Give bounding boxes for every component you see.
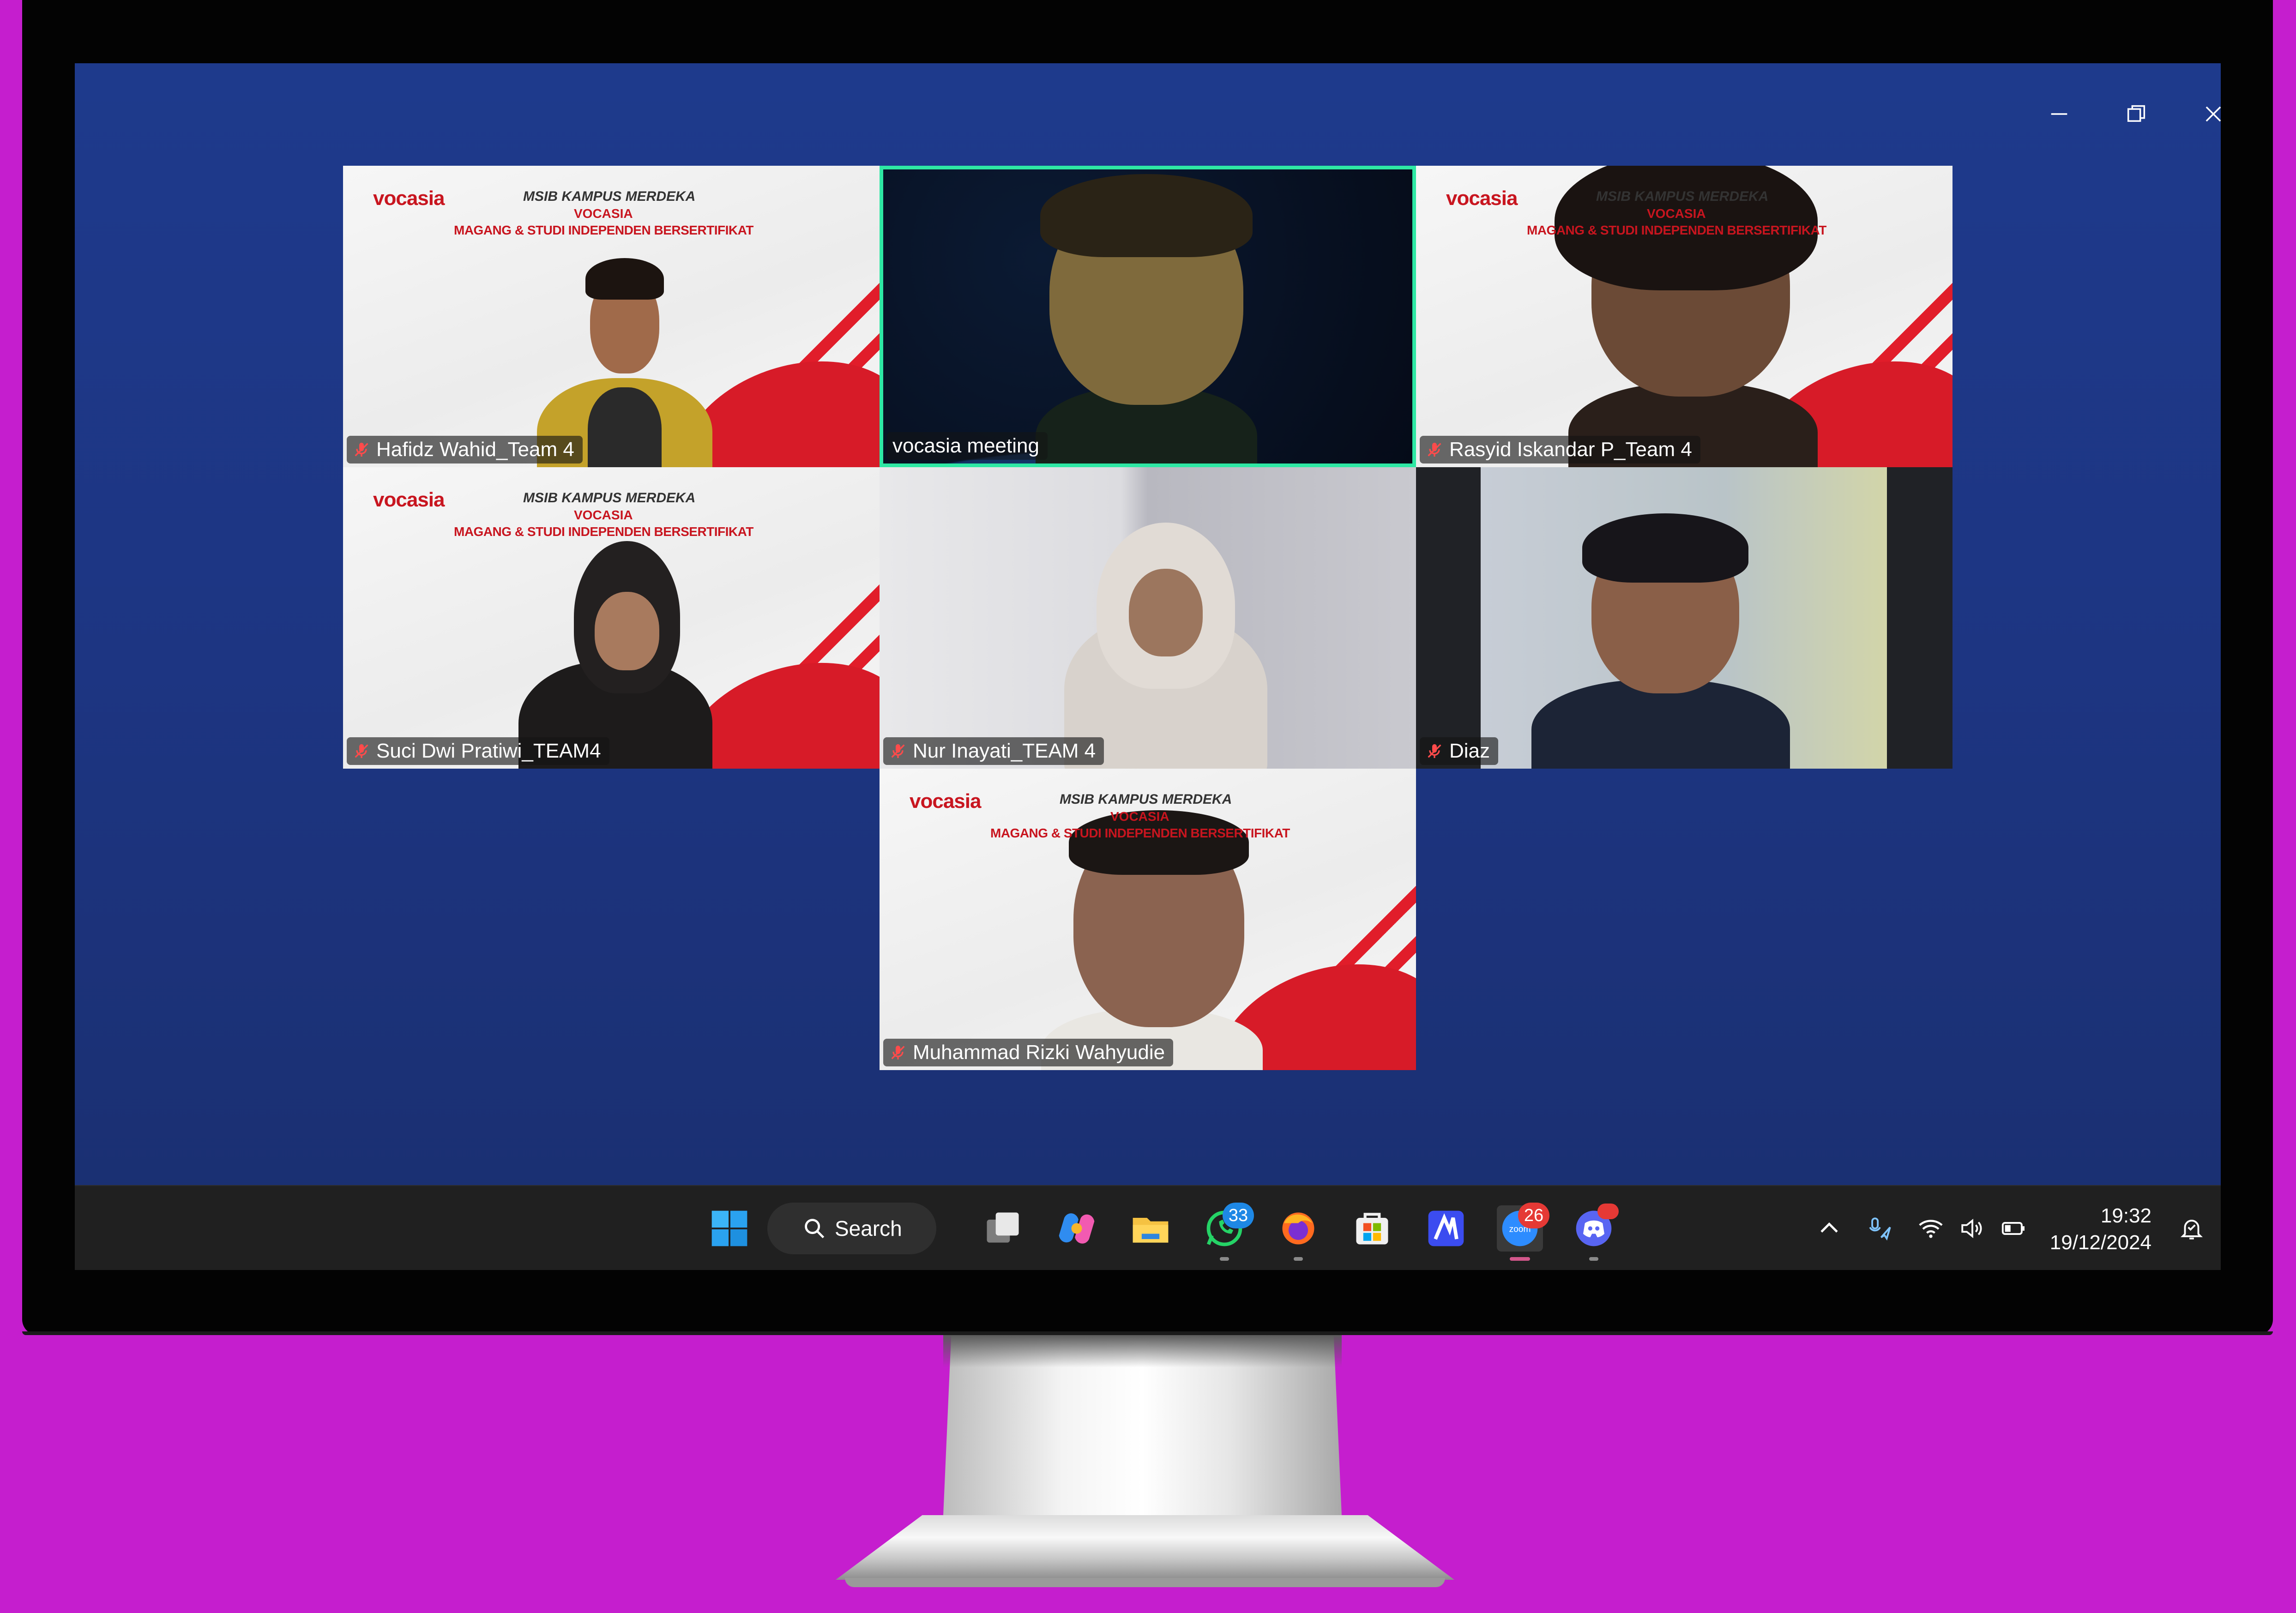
wifi-icon <box>1919 1220 1943 1238</box>
editor-app-button[interactable] <box>1423 1205 1469 1252</box>
participant-name-label: Suci Dwi Pratiwi_TEAM4 <box>347 737 609 765</box>
participant-name-label: Diaz <box>1420 737 1499 765</box>
file-explorer-icon <box>1133 1218 1169 1243</box>
banner-line: MAGANG & STUDI INDEPENDEN BERSERTIFIKAT <box>454 223 753 237</box>
active-indicator <box>1510 1257 1530 1261</box>
restore-button[interactable] <box>2109 86 2164 142</box>
mic-muted-icon <box>355 744 368 758</box>
brand-logo: vocasia <box>373 187 445 210</box>
mic-muted-icon <box>891 744 905 758</box>
file-explorer-button[interactable] <box>1127 1205 1174 1252</box>
microphone-location-icon <box>1869 1217 1891 1241</box>
participant-tile[interactable]: Diaz <box>1416 467 1953 769</box>
banner-line: VOCASIA <box>574 508 633 522</box>
brand-logo: vocasia <box>373 488 445 511</box>
mic-location-indicator[interactable] <box>1862 1210 1898 1247</box>
clock-time: 19:32 <box>2100 1204 2151 1227</box>
speaker-icon <box>1961 1219 1982 1238</box>
volume-button[interactable] <box>1954 1210 1991 1247</box>
whatsapp-unread-badge: 33 <box>1223 1203 1254 1228</box>
chevron-up-icon <box>1820 1222 1838 1233</box>
battery-button[interactable] <box>1995 1210 2032 1247</box>
running-indicator <box>1294 1257 1303 1261</box>
participant-tile[interactable]: vocasia MSIB KAMPUS MERDEKA VOCASIA MAGA… <box>343 166 880 467</box>
stand-shadow <box>943 1335 1342 1367</box>
mic-muted-icon <box>1428 744 1441 758</box>
participant-tile[interactable]: vocasia MSIB KAMPUS MERDEKA VOCASIA MAGA… <box>880 769 1416 1070</box>
close-icon <box>2206 106 2221 122</box>
banner-line: MAGANG & STUDI INDEPENDEN BERSERTIFIKAT <box>1527 223 1826 237</box>
firefox-button[interactable] <box>1275 1205 1321 1261</box>
banner-line: MAGANG & STUDI INDEPENDEN BERSERTIFIKAT <box>990 826 1290 840</box>
banner-line: MSIB KAMPUS MERDEKA <box>523 490 696 506</box>
mic-muted-icon <box>1428 442 1441 457</box>
banner-line: VOCASIA <box>574 206 633 221</box>
show-hidden-icons-button[interactable] <box>1811 1210 1848 1247</box>
taskbar-search[interactable]: Search <box>767 1203 936 1254</box>
start-button[interactable] <box>706 1205 753 1252</box>
running-indicator <box>1589 1257 1598 1261</box>
search-label: Search <box>835 1216 902 1240</box>
discord-button[interactable] <box>1571 1204 1619 1261</box>
minimize-icon <box>2051 113 2067 115</box>
mic-muted-icon <box>891 1045 905 1059</box>
participant-tile-active-speaker[interactable]: vocasia meeting <box>880 166 1416 467</box>
banner-line: VOCASIA <box>1110 809 1169 824</box>
monitor-stand-base <box>836 1515 1454 1580</box>
participant-name-label: Muhammad Rizki Wahyudie <box>883 1038 1174 1066</box>
windows-taskbar: Search 33 zoom 26 19:32 19/12/2024 <box>75 1185 2221 1270</box>
search-icon <box>805 1219 825 1239</box>
participant-tile[interactable]: vocasia MSIB KAMPUS MERDEKA VOCASIA MAGA… <box>343 467 880 769</box>
zoom-meeting-window: vocasia MSIB KAMPUS MERDEKA VOCASIA MAGA… <box>75 63 2221 1270</box>
discord-notification-dot <box>1597 1204 1619 1219</box>
zoom-notification-badge: 26 <box>1518 1203 1549 1228</box>
notification-center-button[interactable] <box>2173 1210 2210 1247</box>
notification-icon <box>2180 1220 2203 1240</box>
monitor-stand-foot <box>845 1578 1445 1587</box>
participant-name-label: Hafidz Wahid_Team 4 <box>347 435 583 463</box>
whatsapp-button[interactable]: 33 <box>1201 1203 1254 1261</box>
task-view-button[interactable] <box>980 1205 1026 1252</box>
running-indicator <box>1220 1257 1229 1261</box>
copilot-icon <box>1059 1213 1095 1244</box>
brand-logo: vocasia <box>1446 187 1518 210</box>
copilot-button[interactable] <box>1054 1205 1100 1252</box>
banner-line: VOCASIA <box>1647 206 1706 221</box>
clock-date: 19/12/2024 <box>2049 1231 2151 1254</box>
monitor-frame: vocasia MSIB KAMPUS MERDEKA VOCASIA MAGA… <box>22 0 2273 1335</box>
monitor-bezel <box>22 1331 2273 1335</box>
banner-line: MSIB KAMPUS MERDEKA <box>523 189 696 204</box>
participant-name-label: vocasia meeting <box>887 432 1048 460</box>
participant-tile[interactable]: vocasia MSIB KAMPUS MERDEKA VOCASIA MAGA… <box>1416 166 1953 467</box>
zoom-button[interactable]: zoom 26 <box>1497 1203 1549 1261</box>
restore-icon <box>2127 105 2145 122</box>
participant-tile[interactable]: Nur Inayati_TEAM 4 <box>880 467 1416 769</box>
microsoft-store-button[interactable] <box>1349 1205 1395 1252</box>
vscode-style-icon <box>1428 1210 1464 1246</box>
clock[interactable]: 19:32 19/12/2024 <box>2050 1203 2151 1256</box>
windows-start-icon <box>711 1210 747 1246</box>
participant-name-label: Nur Inayati_TEAM 4 <box>883 737 1104 765</box>
brand-logo: vocasia <box>910 790 981 813</box>
participant-name-label: Rasyid Iskandar P_Team 4 <box>1420 435 1700 463</box>
close-button[interactable] <box>2186 86 2221 142</box>
banner-line: MSIB KAMPUS MERDEKA <box>1596 189 1769 204</box>
mic-muted-icon <box>355 442 368 457</box>
task-view-icon <box>987 1212 1019 1243</box>
firefox-icon <box>1282 1212 1314 1245</box>
banner-line: MAGANG & STUDI INDEPENDEN BERSERTIFIKAT <box>454 524 753 539</box>
microsoft-store-icon <box>1356 1213 1388 1245</box>
wifi-button[interactable] <box>1912 1210 1949 1247</box>
banner-line: MSIB KAMPUS MERDEKA <box>1060 792 1232 807</box>
battery-icon <box>2001 1222 2025 1235</box>
minimize-button[interactable] <box>2031 86 2087 142</box>
